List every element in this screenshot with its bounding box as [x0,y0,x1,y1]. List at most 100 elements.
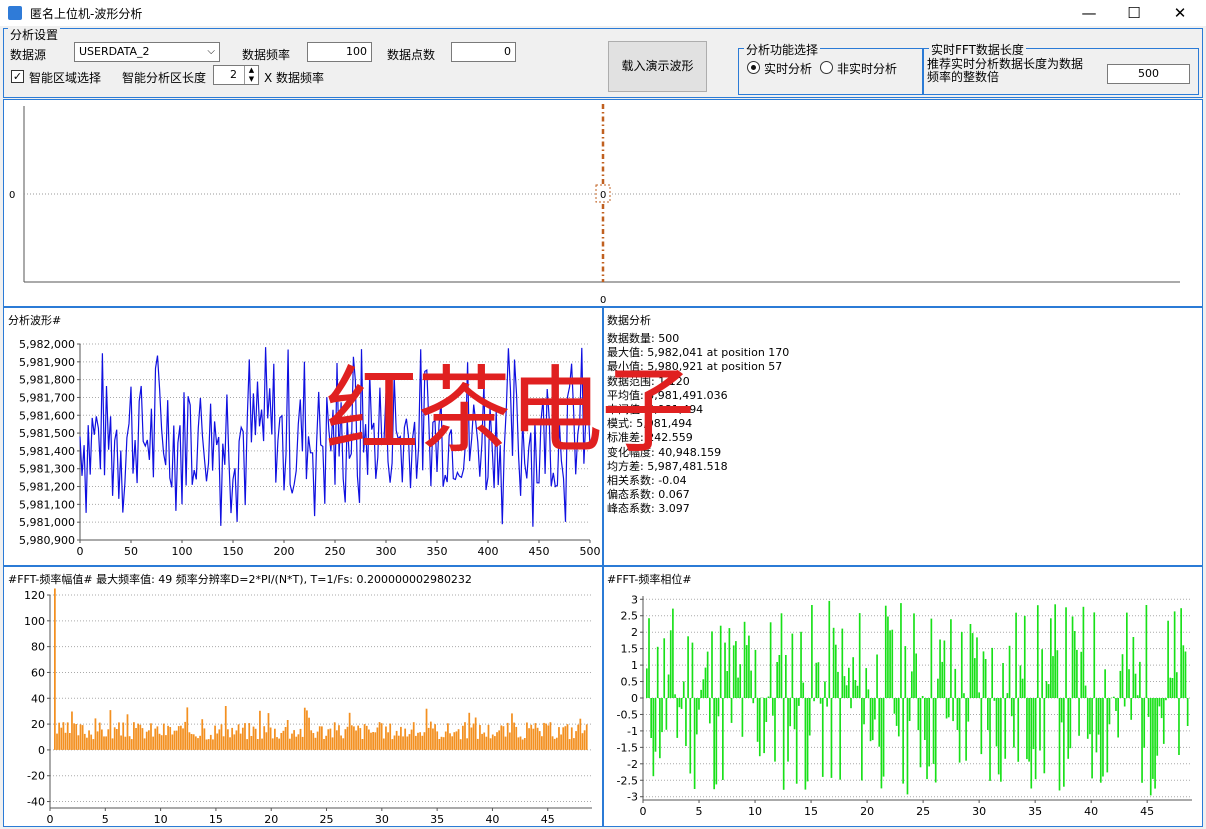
amplitude-bar [461,725,464,750]
phase-bar [704,667,707,698]
phase-bar [1084,685,1087,698]
phase-bar [934,698,937,783]
phase-bar [811,605,813,698]
window-title: 匿名上位机-波形分析 [30,7,143,21]
smart-region-checkbox[interactable]: ✓ [11,70,24,83]
amplitude-bar [530,724,533,750]
data-frequency-input[interactable]: 100 [307,42,372,62]
amplitude-bar [64,732,67,750]
amplitude-bar [265,732,268,750]
phase-bar [1152,698,1154,779]
phase-bar [1141,698,1143,783]
amplitude-bar [485,736,488,750]
y-tick-label: 0 [9,190,15,201]
amplitude-bar [577,724,580,750]
minimize-button[interactable]: — [1066,0,1112,26]
amplitude-bar [372,732,374,750]
realtime-radio[interactable] [747,61,760,74]
phase-bar [1060,698,1063,723]
x-tick-label: 10 [748,805,762,818]
x-tick-label: 5 [696,805,703,818]
y-tick-label: 1 [631,659,638,672]
amplitude-bar [511,713,513,750]
amplitude-bar [541,736,543,750]
amplitude-bar [120,735,122,750]
fft-phase-panel: #FFT-频率相位# 3 2.5 2 1.5 1 0.5 0 -0.5 -1 -1.5 -2 -2.5… [603,566,1203,827]
amplitude-bar [483,732,486,750]
amplitude-bar [90,734,93,750]
amplitude-bar [248,723,251,750]
phase-bar [669,630,672,698]
x-tick-label: 45 [1140,805,1154,818]
amplitude-bar [269,727,272,750]
phase-bar [924,698,926,740]
y-tick-label: 80 [31,641,45,654]
smart-length-stepper[interactable]: 2 ▲ ▼ [213,65,259,85]
amplitude-bar [410,729,413,750]
phase-bar [819,698,822,704]
phase-bar [989,698,991,781]
amplitude-bar [323,739,325,750]
amplitude-bar [523,738,526,750]
amplitude-bar [235,730,238,750]
amplitude-bar [201,719,204,750]
amplitude-bar [331,737,334,750]
phase-bar [956,698,959,730]
stat-line: 偏态系数: 0.067 [607,488,690,502]
y-tick-label: 20 [31,718,45,731]
amplitude-bar [241,727,244,750]
amplitude-bar [308,717,310,750]
data-source-select[interactable]: USERDATA_2 ⌵ [74,42,220,62]
amplitude-bar [259,710,261,750]
phase-bar [691,642,694,698]
fft-length-input[interactable]: 500 [1107,64,1190,84]
amplitude-bar [382,738,385,750]
amplitude-bar [293,730,295,750]
phase-bar [756,698,759,742]
phase-bar [750,670,752,698]
phase-bar [824,681,826,698]
phase-bar [982,651,985,698]
phase-bar [843,676,846,698]
close-button[interactable]: ✕ [1157,0,1203,26]
amplitude-bar [209,734,212,750]
smart-length-label: 智能分析区长度 [122,71,207,85]
phase-bar [1032,698,1035,750]
phase-bar [752,698,755,704]
phase-bar [778,655,781,698]
load-demo-button[interactable]: 载入演示波形 [608,41,707,92]
phase-bar [717,698,720,717]
phase-bar [973,658,976,698]
phase-bar [678,698,681,708]
amplitude-bar [111,738,114,750]
amplitude-bar [137,723,140,750]
x-tick-label: 20 [860,805,874,818]
realtime-chart: 0 0 0 [9,104,1180,306]
phase-bar [1004,698,1007,759]
nonrealtime-radio[interactable] [820,61,833,74]
phase-bar [1039,698,1041,751]
phase-bar [1169,677,1172,698]
phase-bar [832,627,835,698]
amplitude-bar [457,729,460,750]
phase-bar [1119,670,1122,698]
phase-bar [680,698,683,709]
y-tick-label: 100 [24,615,45,628]
stepper-arrows-icon[interactable]: ▲ ▼ [244,66,258,84]
phase-bar [730,698,733,723]
maximize-button[interactable]: ☐ [1111,0,1157,26]
phase-bar [1017,698,1020,762]
phase-bar [754,649,757,698]
data-points-input[interactable]: 0 [451,42,516,62]
y-tick-label: -2.5 [617,774,638,787]
amplitude-bar [222,736,225,750]
stat-line: 峰态系数: 3.097 [607,502,690,516]
amplitude-bar [250,736,253,750]
phase-bar [1052,656,1054,698]
amplitude-bar [404,728,407,750]
amplitude-bar [545,723,548,750]
amplitude-bar [344,729,347,750]
phase-bar [652,698,655,777]
amplitude-bar [212,739,214,750]
amplitude-bar [335,730,338,750]
